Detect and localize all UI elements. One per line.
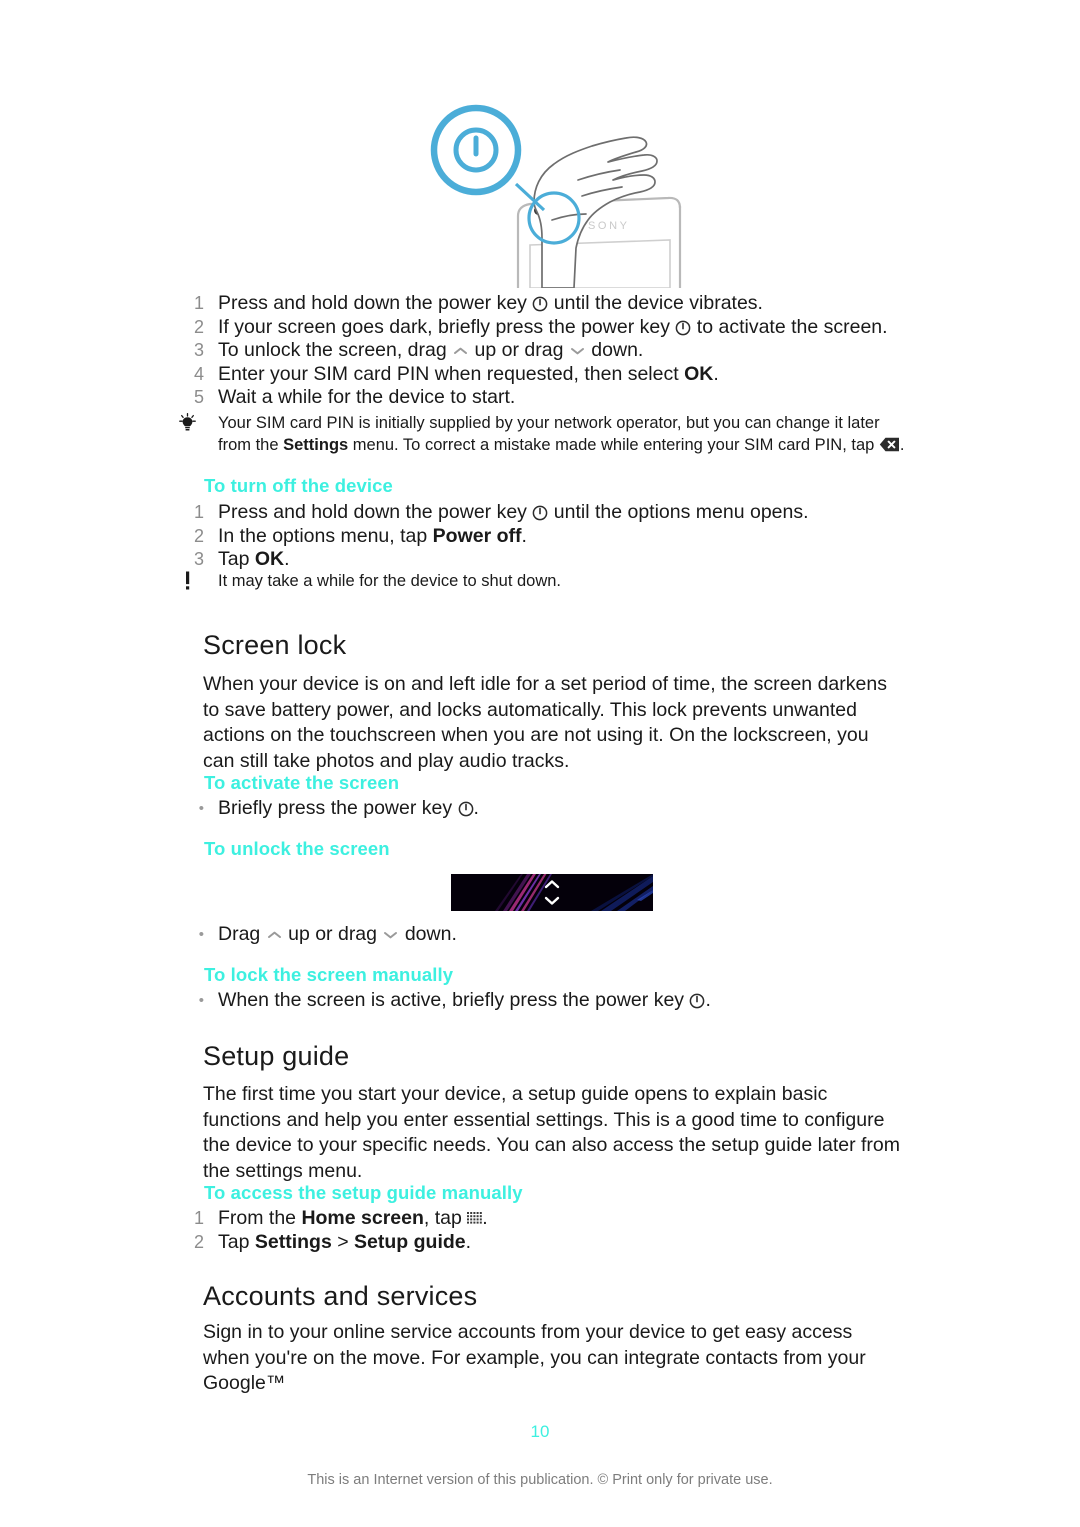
bullet-text: When the screen is active, briefly press…	[218, 989, 711, 1011]
list-item: 2 In the options menu, tap Power off.	[170, 524, 930, 548]
power-key-icon	[532, 505, 548, 521]
step-number: 1	[193, 1208, 204, 1228]
list-item: 3 To unlock the screen, drag up or drag …	[170, 339, 930, 362]
heading-unlock-screen: To unlock the screen	[204, 838, 390, 859]
turn-off-steps-list: 1 Press and hold down the power key unti…	[170, 501, 930, 571]
chevron-down-icon	[382, 925, 399, 939]
step-text: Press and hold down the power key until …	[218, 292, 763, 314]
step-number: 4	[193, 363, 204, 384]
step-text: Tap Settings > Setup guide.	[218, 1230, 472, 1253]
step-text: To unlock the screen, drag up or drag do…	[218, 339, 644, 361]
accounts-paragraph: Sign in to your online service accounts …	[203, 1321, 866, 1395]
list-item: 1 Press and hold down the power key unti…	[170, 501, 930, 524]
list-item: 1 From the Home screen, tap .	[170, 1207, 930, 1230]
ui-term: OK	[254, 548, 285, 570]
step-text: Tap OK.	[218, 548, 290, 570]
bullet-dot: •	[198, 992, 204, 1009]
heading-access-setup-guide: To access the setup guide manually	[204, 1182, 523, 1203]
footer-copyright-note: This is an Internet version of this publ…	[307, 1472, 773, 1488]
startup-steps-list: 1 Press and hold down the power key unti…	[170, 292, 930, 409]
setup-guide-paragraph: The first time you start your device, a …	[203, 1083, 901, 1182]
backspace-icon	[879, 436, 900, 452]
ui-term: OK	[684, 362, 714, 385]
phone-brand-text: SONY	[588, 220, 630, 232]
ui-term: Setup guide	[354, 1230, 466, 1253]
step-text: Enter your SIM card PIN when requested, …	[218, 362, 719, 385]
page-number: 10	[530, 1422, 550, 1441]
power-key-icon	[689, 993, 705, 1009]
chevron-up-icon	[452, 341, 469, 354]
section-title-screen-lock: Screen lock	[203, 630, 347, 660]
step-text: If your screen goes dark, briefly press …	[218, 315, 888, 338]
step-number: 2	[193, 1231, 204, 1252]
power-key-icon	[458, 801, 474, 817]
heading-lock-screen-manually: To lock the screen manually	[204, 964, 454, 985]
power-key-icon	[675, 320, 691, 336]
bullet-text: Drag up or drag down.	[218, 923, 457, 945]
heading-turn-off-device: To turn off the device	[204, 475, 393, 496]
ui-term: Settings	[283, 436, 349, 454]
heading-activate-screen: To activate the screen	[204, 772, 400, 793]
manual-page: SONY 1 Press and hold down the power key…	[0, 0, 1080, 1527]
exclamation-icon	[170, 570, 204, 590]
list-item: 2 Tap Settings > Setup guide.	[170, 1230, 930, 1254]
setup-guide-steps-list: 1 From the Home screen, tap . 2 Tap Sett…	[170, 1207, 930, 1254]
list-item: • When the screen is active, briefly pre…	[170, 989, 930, 1012]
step-number: 2	[193, 525, 204, 546]
section-title-accounts-services: Accounts and services	[203, 1281, 478, 1311]
list-item: • Drag up or drag down.	[170, 923, 930, 946]
note-text: It may take a while for the device to sh…	[218, 572, 562, 590]
bullet-text: Briefly press the power key .	[218, 797, 479, 819]
tip-text: Your SIM card PIN is initially supplied …	[218, 414, 905, 454]
ui-term: Settings	[254, 1230, 332, 1253]
step-text: Press and hold down the power key until …	[218, 501, 809, 523]
lockscreen-preview	[451, 874, 653, 911]
screen-lock-paragraph: When your device is on and left idle for…	[203, 673, 887, 772]
step-number: 1	[193, 293, 204, 313]
chevron-up-icon	[266, 925, 283, 938]
step-text: Wait a while for the device to start.	[218, 386, 516, 408]
list-item: • Briefly press the power key .	[170, 797, 930, 820]
step-number: 5	[193, 387, 204, 407]
bullet-dot: •	[198, 926, 204, 943]
step-number: 2	[193, 316, 204, 337]
list-item: 3 Tap OK.	[170, 548, 930, 571]
list-item: 1 Press and hold down the power key unti…	[170, 292, 930, 315]
step-number: 3	[193, 549, 204, 569]
note-shutdown: It may take a while for the device to sh…	[170, 570, 910, 592]
power-key-icon	[532, 296, 548, 312]
step-text: In the options menu, tap Power off.	[218, 524, 527, 547]
list-item: 2 If your screen goes dark, briefly pres…	[170, 315, 930, 339]
tip-sim-pin: Your SIM card PIN is initially supplied …	[170, 412, 910, 456]
step-number: 1	[193, 502, 204, 522]
ui-term: Power off	[432, 524, 522, 547]
list-item: 4 Enter your SIM card PIN when requested…	[170, 362, 930, 386]
app-grid-icon	[467, 1210, 483, 1225]
section-title-setup-guide: Setup guide	[203, 1041, 350, 1071]
power-key-illustration: SONY	[430, 88, 730, 288]
chevron-down-icon	[569, 341, 586, 355]
step-number: 3	[193, 340, 204, 360]
bullet-dot: •	[198, 800, 204, 817]
ui-term: Home screen	[301, 1207, 424, 1229]
lightbulb-icon	[170, 412, 204, 432]
step-text: From the Home screen, tap .	[218, 1207, 488, 1229]
list-item: 5 Wait a while for the device to start.	[170, 386, 930, 409]
